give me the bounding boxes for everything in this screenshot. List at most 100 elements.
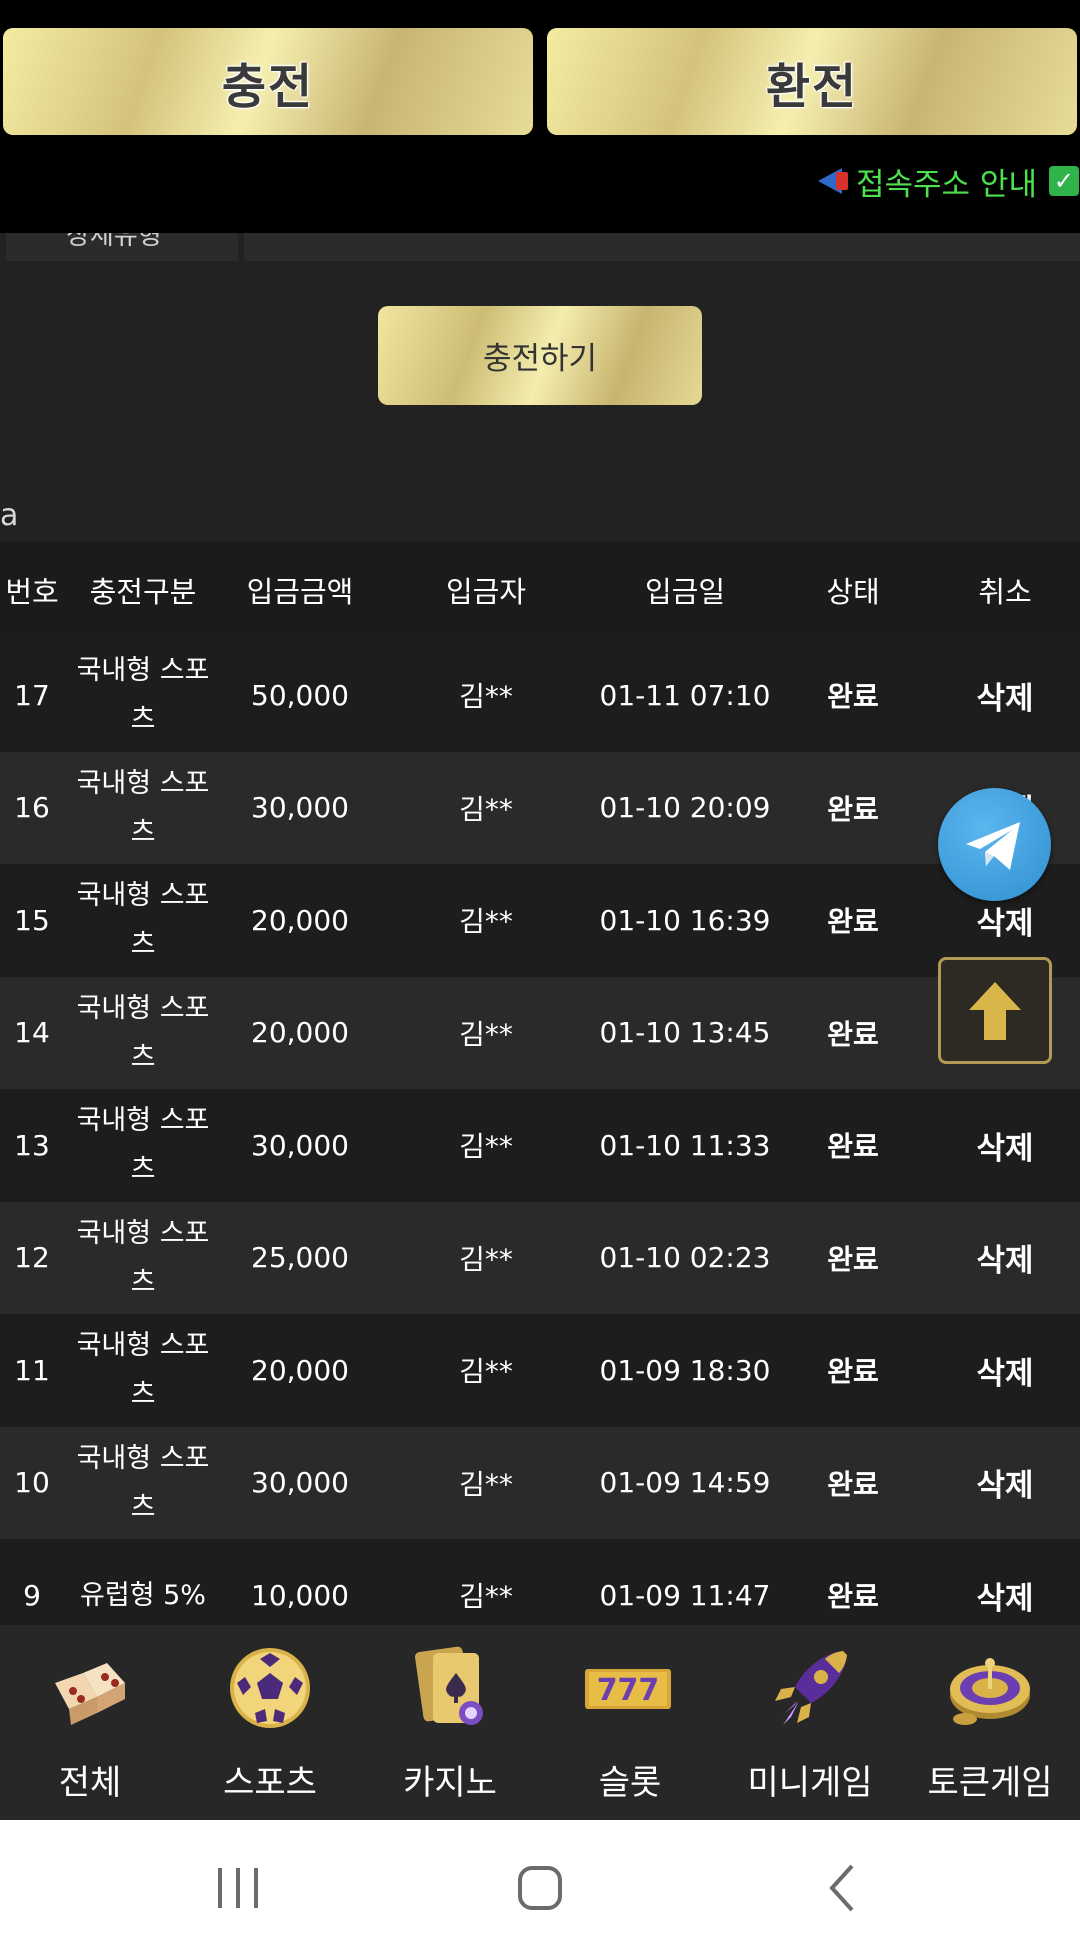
form-label-cell: 상세유형 xyxy=(6,233,238,261)
telegram-icon xyxy=(966,822,1020,870)
delete-button[interactable]: 삭제 xyxy=(930,1427,1080,1540)
home-icon xyxy=(518,1866,562,1910)
row-charge-type: 국내형 스포츠 xyxy=(76,880,210,961)
form-label: 상세유형 xyxy=(66,233,162,251)
row-amount: 30,000 xyxy=(251,1128,349,1162)
submit-charge-button[interactable]: 충전하기 xyxy=(378,306,702,405)
column-header-cancel: 취소 xyxy=(978,575,1032,609)
megaphone-icon xyxy=(812,164,852,198)
row-charge-type: 국내형 스포츠 xyxy=(76,1105,210,1186)
form-input-cell[interactable] xyxy=(244,233,1080,261)
row-status: 완료 xyxy=(827,905,879,939)
row-date: 01-09 14:59 xyxy=(599,1466,771,1500)
nav-item-slot[interactable]: 777 슬롯 xyxy=(540,1625,720,1820)
row-date: 01-10 13:45 xyxy=(599,1016,771,1050)
row-depositor: 김** xyxy=(459,905,513,939)
column-header-date: 입금일 xyxy=(644,575,726,609)
row-date: 01-10 11:33 xyxy=(599,1128,771,1162)
roulette-icon xyxy=(950,1658,1030,1725)
table-row: 11 국내형 스포츠 20,000 김** 01-09 18:30 완료 삭제 xyxy=(0,1314,1080,1427)
recent-apps-button[interactable] xyxy=(178,1820,298,1958)
row-charge-type: 국내형 스포츠 xyxy=(76,1330,210,1411)
row-number: 11 xyxy=(14,1353,50,1387)
row-status: 완료 xyxy=(827,1242,879,1276)
table-row: 13 국내형 스포츠 30,000 김** 01-10 11:33 완료 삭제 xyxy=(0,1089,1080,1202)
row-charge-type: 국내형 스포츠 xyxy=(76,992,210,1073)
row-status: 완료 xyxy=(827,680,879,714)
row-amount: 20,000 xyxy=(251,1016,349,1050)
row-number: 13 xyxy=(14,1128,50,1162)
arrow-up-icon xyxy=(969,982,1021,1040)
charge-tab-button[interactable]: 충전 xyxy=(3,28,533,135)
row-depositor: 김** xyxy=(459,1355,513,1389)
table-row: 10 국내형 스포츠 30,000 김** 01-09 14:59 완료 삭제 xyxy=(0,1426,1080,1540)
table-row: 17 국내형 스포츠 50,000 김** 01-11 07:10 완료 삭제 xyxy=(0,639,1080,752)
row-depositor: 김** xyxy=(459,1130,513,1164)
page: 충전 환전 접속주소 안내 ✓ 상세유형 충전하기 a 번호 충전구분 입금금액… xyxy=(0,0,1080,1958)
dice-icon xyxy=(55,1663,125,1725)
scroll-top-button[interactable] xyxy=(938,957,1052,1064)
row-number: 14 xyxy=(14,1016,50,1050)
column-header-status: 상태 xyxy=(826,575,880,609)
row-date: 01-10 20:09 xyxy=(599,791,771,825)
table-body: 17 국내형 스포츠 50,000 김** 01-11 07:10 완료 삭제 … xyxy=(0,639,1080,1652)
delete-button[interactable]: 삭제 xyxy=(930,1314,1080,1427)
row-charge-type: 국내형 스포츠 xyxy=(76,1442,210,1523)
back-button[interactable] xyxy=(782,1820,902,1958)
delete-button[interactable]: 삭제 xyxy=(930,1089,1080,1202)
row-number: 12 xyxy=(14,1241,50,1275)
row-amount: 20,000 xyxy=(251,1353,349,1387)
row-depositor: 김** xyxy=(459,792,513,826)
row-status: 완료 xyxy=(827,1467,879,1501)
row-depositor: 김** xyxy=(459,680,513,714)
table-row: 14 국내형 스포츠 20,000 김** 01-10 13:45 완료 삭제 xyxy=(0,976,1080,1089)
notice-marquee[interactable]: 접속주소 안내 ✓ xyxy=(812,158,1079,204)
nav-item-minigame[interactable]: 미니게임 xyxy=(720,1625,900,1820)
nav-label: 전체 xyxy=(58,1763,122,1803)
back-icon xyxy=(829,1864,854,1912)
notice-text: 접속주소 안내 xyxy=(856,166,1037,203)
row-number: 17 xyxy=(14,678,50,712)
row-status: 완료 xyxy=(827,1355,879,1389)
nav-item-casino[interactable]: 카지노 xyxy=(360,1625,540,1820)
row-date: 01-09 18:30 xyxy=(599,1353,771,1387)
row-charge-type: 국내형 스포츠 xyxy=(76,655,210,736)
nav-item-all[interactable]: 전체 xyxy=(0,1625,180,1820)
row-status: 완료 xyxy=(827,1130,879,1164)
row-amount: 30,000 xyxy=(251,1466,349,1500)
row-number: 10 xyxy=(14,1466,50,1500)
row-date: 01-10 16:39 xyxy=(599,903,771,937)
nav-item-sports[interactable]: 스포츠 xyxy=(180,1625,360,1820)
row-charge-type: 국내형 스포츠 xyxy=(76,767,210,848)
row-amount: 25,000 xyxy=(251,1241,349,1275)
row-depositor: 김** xyxy=(459,1242,513,1276)
exchange-tab-button[interactable]: 환전 xyxy=(547,28,1077,135)
nav-label: 토큰게임 xyxy=(927,1763,1053,1803)
column-header-number: 번호 xyxy=(5,575,59,609)
nav-label: 스포츠 xyxy=(223,1763,317,1803)
row-depositor: 김** xyxy=(459,1467,513,1501)
nav-item-token-game[interactable]: 토큰게임 xyxy=(900,1625,1080,1820)
delete-button[interactable]: 삭제 xyxy=(930,639,1080,752)
row-depositor: 김** xyxy=(459,1017,513,1051)
playing-card-icon xyxy=(415,1646,483,1725)
table-row: 12 국내형 스포츠 25,000 김** 01-10 02:23 완료 삭제 xyxy=(0,1201,1080,1315)
column-header-amount: 입금금액 xyxy=(246,575,354,609)
svg-text:777: 777 xyxy=(597,1673,660,1708)
delete-button[interactable]: 삭제 xyxy=(930,1202,1080,1315)
telegram-button[interactable] xyxy=(938,788,1051,901)
table-header: 번호 충전구분 입금금액 입금자 입금일 상태 취소 xyxy=(0,541,1080,639)
row-charge-type: 국내형 스포츠 xyxy=(76,1217,210,1298)
home-button[interactable] xyxy=(480,1820,600,1958)
row-amount: 30,000 xyxy=(251,791,349,825)
stray-text: a xyxy=(0,498,19,533)
row-amount: 50,000 xyxy=(251,678,349,712)
check-mark-icon: ✓ xyxy=(1048,166,1079,196)
recent-apps-icon xyxy=(218,1868,258,1908)
row-number: 16 xyxy=(14,791,50,825)
column-header-charge-type: 충전구분 xyxy=(89,575,197,609)
rocket-icon xyxy=(775,1651,847,1725)
row-status: 완료 xyxy=(827,1017,879,1051)
row-amount: 20,000 xyxy=(251,903,349,937)
row-status: 완료 xyxy=(827,792,879,826)
